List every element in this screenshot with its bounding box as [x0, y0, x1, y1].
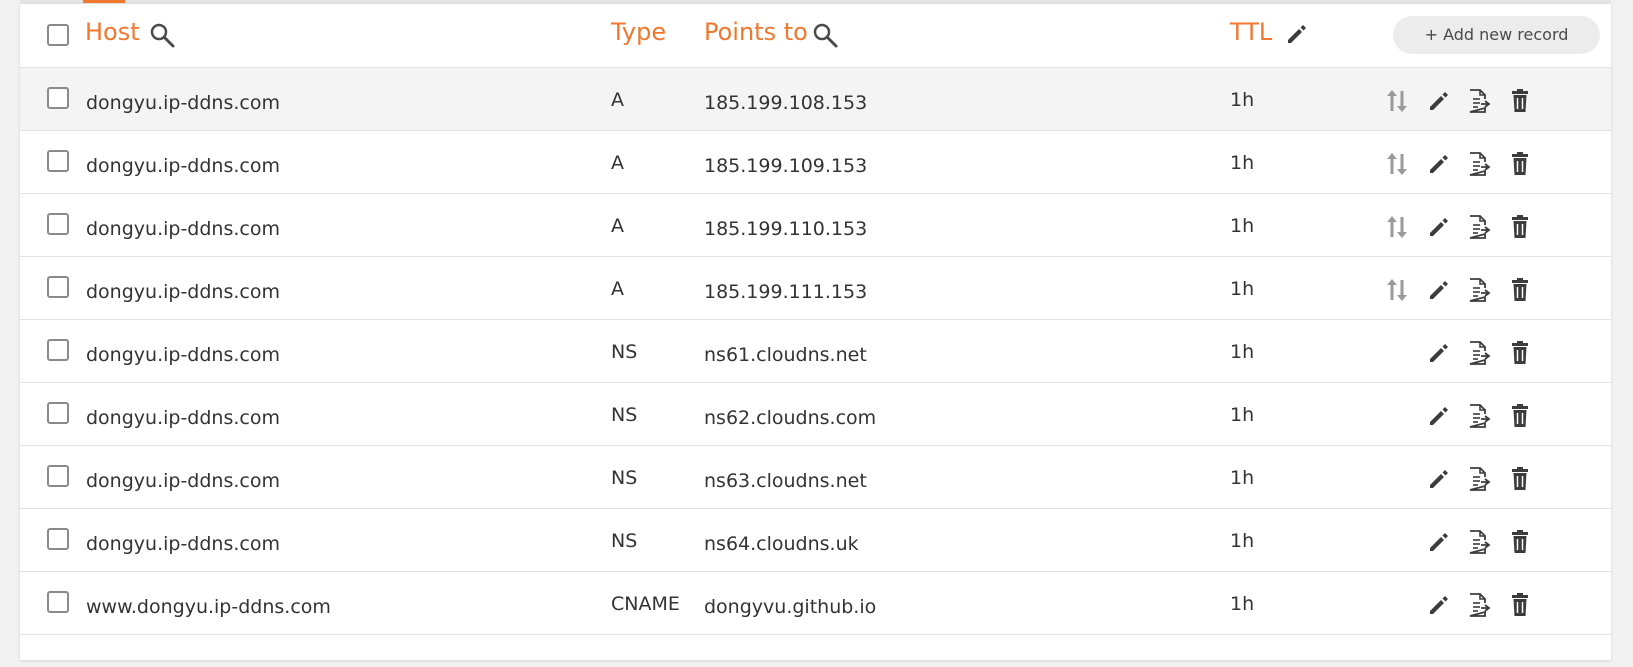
row-select-checkbox[interactable] [47, 150, 69, 172]
copy-icon[interactable] [1465, 150, 1493, 178]
ttl-cell: 1h [1230, 152, 1255, 174]
table-header: Host Type Points to TTL + Add new record [20, 4, 1611, 68]
ttl-column-header[interactable]: TTL [1230, 18, 1272, 46]
type-cell: NS [611, 404, 638, 426]
table-row[interactable]: dongyu.ip-ddns.com NS ns63.cloudns.net 1h [20, 446, 1611, 509]
row-select-checkbox[interactable] [47, 339, 69, 361]
type-cell: A [611, 152, 624, 174]
ttl-edit-icon[interactable] [1282, 20, 1310, 48]
delete-icon[interactable] [1506, 528, 1534, 556]
host-column-header[interactable]: Host [85, 18, 140, 46]
edit-icon[interactable] [1424, 465, 1452, 493]
copy-icon[interactable] [1465, 339, 1493, 367]
host-cell: dongyu.ip-ddns.com [86, 407, 280, 429]
table-row[interactable]: dongyu.ip-ddns.com NS ns62.cloudns.com 1h [20, 383, 1611, 446]
move-icon[interactable] [1383, 276, 1411, 304]
host-cell: dongyu.ip-ddns.com [86, 281, 280, 303]
delete-icon[interactable] [1506, 339, 1534, 367]
edit-icon[interactable] [1424, 402, 1452, 430]
delete-icon[interactable] [1506, 276, 1534, 304]
active-tab-indicator [83, 0, 125, 3]
copy-icon[interactable] [1465, 465, 1493, 493]
edit-icon[interactable] [1424, 87, 1452, 115]
row-select-checkbox[interactable] [47, 591, 69, 613]
type-cell: NS [611, 467, 638, 489]
ttl-cell: 1h [1230, 341, 1255, 363]
host-cell: www.dongyu.ip-ddns.com [86, 596, 331, 618]
ttl-cell: 1h [1230, 530, 1255, 552]
type-cell: CNAME [611, 593, 680, 615]
type-cell: NS [611, 530, 638, 552]
host-cell: dongyu.ip-ddns.com [86, 155, 280, 177]
points-to-cell: 185.199.108.153 [704, 92, 868, 114]
copy-icon[interactable] [1465, 528, 1493, 556]
copy-icon[interactable] [1465, 276, 1493, 304]
ttl-cell: 1h [1230, 89, 1255, 111]
type-column-header[interactable]: Type [611, 18, 666, 46]
ttl-cell: 1h [1230, 593, 1255, 615]
dns-records-page: Host Type Points to TTL + Add new record… [0, 0, 1633, 667]
move-icon[interactable] [1383, 213, 1411, 241]
edit-icon[interactable] [1424, 528, 1452, 556]
host-cell: dongyu.ip-ddns.com [86, 218, 280, 240]
points-to-cell: 185.199.109.153 [704, 155, 868, 177]
table-row[interactable]: dongyu.ip-ddns.com A 185.199.110.153 1h [20, 194, 1611, 257]
host-search-icon[interactable] [148, 21, 176, 49]
delete-icon[interactable] [1506, 213, 1534, 241]
records-table: Host Type Points to TTL + Add new record… [20, 4, 1611, 660]
points-to-column-header[interactable]: Points to [704, 18, 808, 46]
ttl-cell: 1h [1230, 278, 1255, 300]
edit-icon[interactable] [1424, 591, 1452, 619]
points-to-cell: 185.199.111.153 [704, 281, 868, 303]
host-cell: dongyu.ip-ddns.com [86, 470, 280, 492]
ttl-cell: 1h [1230, 215, 1255, 237]
row-select-checkbox[interactable] [47, 402, 69, 424]
type-cell: NS [611, 341, 638, 363]
host-cell: dongyu.ip-ddns.com [86, 92, 280, 114]
copy-icon[interactable] [1465, 591, 1493, 619]
ttl-cell: 1h [1230, 467, 1255, 489]
host-cell: dongyu.ip-ddns.com [86, 344, 280, 366]
points-to-cell: ns61.cloudns.net [704, 344, 867, 366]
table-row[interactable]: www.dongyu.ip-ddns.com CNAME dongyvu.githu… [20, 572, 1611, 635]
table-row[interactable]: dongyu.ip-ddns.com NS ns61.cloudns.net 1h [20, 320, 1611, 383]
host-cell: dongyu.ip-ddns.com [86, 533, 280, 555]
table-row[interactable]: dongyu.ip-ddns.com A 185.199.108.153 1h [20, 68, 1611, 131]
table-row[interactable]: dongyu.ip-ddns.com A 185.199.111.153 1h [20, 257, 1611, 320]
copy-icon[interactable] [1465, 402, 1493, 430]
points-to-cell: ns63.cloudns.net [704, 470, 867, 492]
type-cell: A [611, 215, 624, 237]
row-select-checkbox[interactable] [47, 276, 69, 298]
edit-icon[interactable] [1424, 150, 1452, 178]
table-row[interactable]: dongyu.ip-ddns.com A 185.199.109.153 1h [20, 131, 1611, 194]
add-new-record-button[interactable]: + Add new record [1393, 16, 1600, 54]
copy-icon[interactable] [1465, 213, 1493, 241]
row-select-checkbox[interactable] [47, 465, 69, 487]
row-select-checkbox[interactable] [47, 213, 69, 235]
table-row[interactable]: dongyu.ip-ddns.com NS ns64.cloudns.uk 1h [20, 509, 1611, 572]
delete-icon[interactable] [1506, 465, 1534, 493]
row-select-checkbox[interactable] [47, 87, 69, 109]
ttl-cell: 1h [1230, 404, 1255, 426]
move-icon[interactable] [1383, 87, 1411, 115]
move-icon[interactable] [1383, 150, 1411, 178]
select-all-checkbox[interactable] [47, 24, 69, 46]
type-cell: A [611, 278, 624, 300]
points-to-cell: ns62.cloudns.com [704, 407, 877, 429]
points-to-cell: 185.199.110.153 [704, 218, 868, 240]
row-select-checkbox[interactable] [47, 528, 69, 550]
delete-icon[interactable] [1506, 591, 1534, 619]
delete-icon[interactable] [1506, 402, 1534, 430]
points-to-cell: dongyvu.github.io [704, 596, 877, 618]
copy-icon[interactable] [1465, 87, 1493, 115]
type-cell: A [611, 89, 624, 111]
points-to-cell: ns64.cloudns.uk [704, 533, 859, 555]
edit-icon[interactable] [1424, 213, 1452, 241]
edit-icon[interactable] [1424, 276, 1452, 304]
delete-icon[interactable] [1506, 150, 1534, 178]
edit-icon[interactable] [1424, 339, 1452, 367]
delete-icon[interactable] [1506, 87, 1534, 115]
points-to-search-icon[interactable] [811, 21, 839, 49]
